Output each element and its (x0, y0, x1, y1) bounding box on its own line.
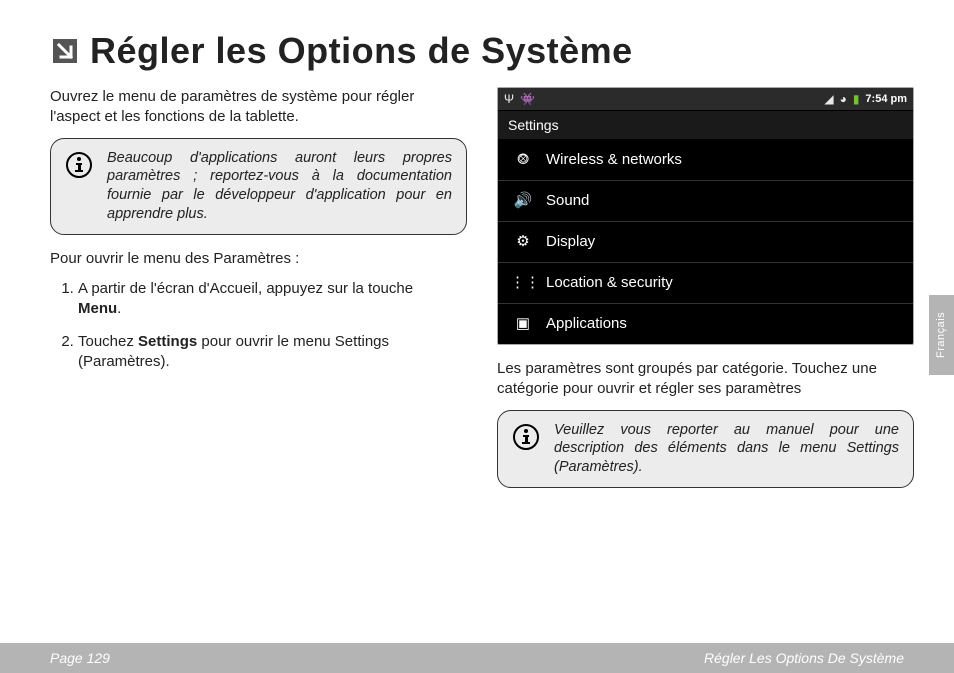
language-tab[interactable]: Français (929, 295, 954, 375)
settings-item-wireless[interactable]: ⨷ Wireless & networks (498, 140, 913, 180)
settings-item-location[interactable]: ⋮⋮ Location & security (498, 262, 913, 303)
note-text: Beaucoup d'applications auront leurs pro… (107, 149, 452, 224)
battery-icon: ▮ (853, 91, 860, 107)
info-icon (512, 421, 542, 457)
page-heading: Régler les Options de Système (0, 0, 954, 79)
settings-item-sound[interactable]: 🔊 Sound (498, 180, 913, 221)
display-icon: ⚙ (510, 232, 536, 252)
step-2: Touchez Settings pour ouvrir le menu Set… (78, 332, 467, 373)
settings-item-label: Location & security (546, 273, 673, 293)
page-title: Régler les Options de Système (90, 30, 633, 71)
left-column: Ouvrez le menu de paramètres de système … (50, 87, 467, 502)
android-icon: 👾 (520, 91, 535, 107)
page-footer: Page 129 Régler Les Options De Système (0, 643, 954, 673)
note-text: Veuillez vous reporter au manuel pour un… (554, 421, 899, 478)
settings-item-label: Applications (546, 314, 627, 334)
screenshot-caption: Les paramètres sont groupés par catégori… (497, 359, 914, 400)
apps-icon: ▣ (510, 314, 536, 334)
arrow-down-right-icon (50, 33, 80, 75)
step-1: A partir de l'écran d'Accueil, appuyez s… (78, 279, 467, 320)
signal-icon: ◢ (824, 91, 833, 107)
info-note-right: Veuillez vous reporter au manuel pour un… (497, 410, 914, 489)
settings-item-label: Sound (546, 191, 589, 211)
info-icon (65, 149, 95, 185)
sound-icon: 🔊 (510, 191, 536, 211)
step2-keyword: Settings (138, 333, 197, 350)
intro-text: Ouvrez le menu de paramètres de système … (50, 87, 467, 128)
location-icon: ⋮⋮ (510, 273, 536, 293)
settings-screenshot: Ψ 👾 ◢ ◕ ▮ 7:54 pm Settings ⨷ Wireless & … (497, 87, 914, 345)
right-column: Ψ 👾 ◢ ◕ ▮ 7:54 pm Settings ⨷ Wireless & … (497, 87, 914, 502)
clock: 7:54 pm (865, 92, 907, 107)
wifi-status-icon: ◕ (840, 91, 847, 107)
settings-header: Settings (498, 110, 913, 140)
step1-keyword: Menu (78, 300, 117, 317)
steps-list: A partir de l'écran d'Accueil, appuyez s… (50, 279, 467, 372)
page-number: Page 129 (50, 650, 110, 666)
info-note: Beaucoup d'applications auront leurs pro… (50, 138, 467, 235)
wifi-icon: ⨷ (510, 150, 536, 170)
usb-icon: Ψ (504, 91, 514, 107)
settings-list: ⨷ Wireless & networks 🔊 Sound ⚙ Display … (498, 140, 913, 344)
document-page: Régler les Options de Système Ouvrez le … (0, 0, 954, 673)
open-menu-title: Pour ouvrir le menu des Paramètres : (50, 249, 467, 269)
settings-item-label: Wireless & networks (546, 150, 682, 170)
settings-item-display[interactable]: ⚙ Display (498, 221, 913, 262)
settings-item-applications[interactable]: ▣ Applications (498, 303, 913, 344)
settings-item-label: Display (546, 232, 595, 252)
footer-section-title: Régler Les Options De Système (704, 650, 904, 666)
status-bar: Ψ 👾 ◢ ◕ ▮ 7:54 pm (498, 88, 913, 110)
